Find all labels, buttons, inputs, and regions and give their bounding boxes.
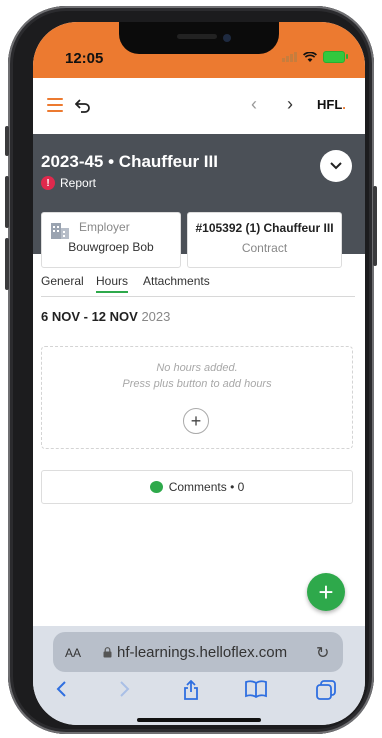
- employer-card[interactable]: Employer Bouwgroep Bob: [41, 212, 181, 268]
- chevron-down-icon: [330, 162, 342, 170]
- helloflex-logo: HFL.: [317, 97, 346, 112]
- mute-switch: [5, 126, 9, 156]
- empty-message: No hours added.: [156, 362, 238, 374]
- back-icon[interactable]: [55, 680, 67, 698]
- tab-attachments[interactable]: Attachments: [143, 274, 210, 288]
- empty-hint: Press plus button to add hours: [122, 378, 272, 390]
- notch: [119, 22, 279, 54]
- reload-icon[interactable]: ↻: [316, 643, 329, 663]
- cell-signal-icon: [282, 52, 297, 62]
- tab-general[interactable]: General: [41, 274, 84, 288]
- report-label: Report: [60, 176, 97, 190]
- add-fab-button[interactable]: +: [307, 573, 345, 611]
- battery-icon: [323, 51, 348, 63]
- lock-icon: [103, 647, 112, 658]
- undo-arrow-icon[interactable]: [75, 98, 91, 114]
- comments-label: Comments • 0: [168, 480, 245, 494]
- contract-id: #105392 (1) Chauffeur III: [195, 221, 334, 235]
- url-text: hf-learnings.helloflex.com: [117, 644, 288, 661]
- employer-value: Bouwgroep Bob: [68, 240, 154, 254]
- next-button[interactable]: ›: [287, 94, 293, 115]
- volume-up-button: [5, 176, 9, 228]
- home-indicator: [137, 718, 261, 722]
- add-hours-button[interactable]: +: [183, 408, 209, 434]
- alert-icon: !: [41, 176, 55, 190]
- contract-card[interactable]: #105392 (1) Chauffeur III Contract: [187, 212, 342, 268]
- address-bar[interactable]: AA hf-learnings.helloflex.com ↻: [53, 632, 343, 672]
- previous-button[interactable]: ‹: [251, 94, 257, 115]
- camera: [223, 34, 231, 42]
- status-icons: [282, 51, 348, 63]
- comments-button[interactable]: Comments • 0: [41, 470, 353, 504]
- tab-bar: General Hours Attachments: [41, 272, 355, 297]
- report-link[interactable]: ! Report: [41, 176, 96, 190]
- app-top-bar: ‹ › HFL.: [33, 78, 365, 135]
- screen: 12:05 ‹ › HFL. 2023-45 • Chauffeur III !…: [33, 22, 365, 725]
- expand-button[interactable]: [320, 150, 352, 182]
- phone-frame: 12:05 ‹ › HFL. 2023-45 • Chauffeur III !…: [5, 6, 377, 734]
- share-icon[interactable]: [182, 680, 200, 700]
- forward-icon[interactable]: [119, 680, 131, 698]
- menu-icon[interactable]: [47, 98, 63, 112]
- employer-label: Employer: [79, 220, 130, 234]
- comment-bubble-icon: [149, 481, 163, 493]
- tabs-icon[interactable]: [316, 680, 336, 700]
- wifi-icon: [303, 51, 317, 62]
- tab-hours[interactable]: Hours: [96, 274, 129, 293]
- browser-bar: AA hf-learnings.helloflex.com ↻: [33, 626, 365, 725]
- volume-down-button: [5, 238, 9, 290]
- speaker: [177, 34, 217, 39]
- status-bar: 12:05: [33, 22, 365, 78]
- page-title: 2023-45 • Chauffeur III: [41, 152, 218, 171]
- status-time: 12:05: [65, 50, 104, 67]
- page-header: 2023-45 • Chauffeur III ! Report Employe…: [33, 134, 365, 268]
- power-button: [373, 186, 377, 266]
- contract-label: Contract: [241, 241, 288, 255]
- bookmarks-icon[interactable]: [245, 680, 267, 698]
- hours-empty-state: No hours added. Press plus button to add…: [41, 346, 353, 449]
- reader-aa-button[interactable]: AA: [65, 646, 81, 660]
- week-range: 6 NOV - 12 NOV 2023: [41, 309, 171, 324]
- building-icon: [51, 223, 69, 239]
